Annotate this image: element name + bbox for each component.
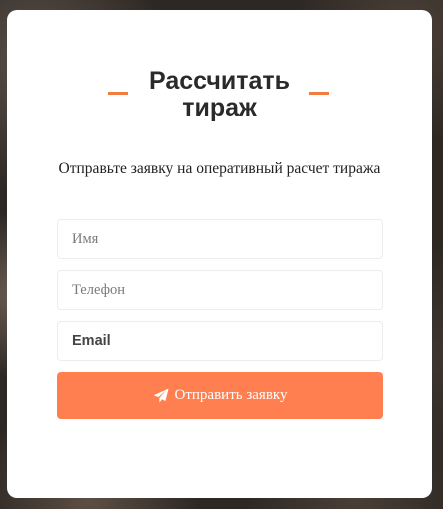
email-input[interactable] — [57, 321, 383, 361]
title-dash-left — [108, 92, 128, 95]
paper-plane-icon — [153, 388, 169, 404]
submit-label: Отправить заявку — [174, 387, 288, 403]
form-header: Рассчитать тираж — [7, 68, 432, 122]
submit-request-button[interactable]: Отправить заявку — [57, 372, 383, 419]
phone-input[interactable] — [57, 270, 383, 310]
form-subtitle: Отправьте заявку на оперативный расчет т… — [58, 160, 381, 177]
form-title: Рассчитать тираж — [148, 67, 291, 122]
title-dash-right — [309, 92, 329, 95]
calculation-form-card: Рассчитать тираж Отправьте заявку на опе… — [7, 10, 432, 498]
name-input[interactable] — [57, 219, 383, 259]
